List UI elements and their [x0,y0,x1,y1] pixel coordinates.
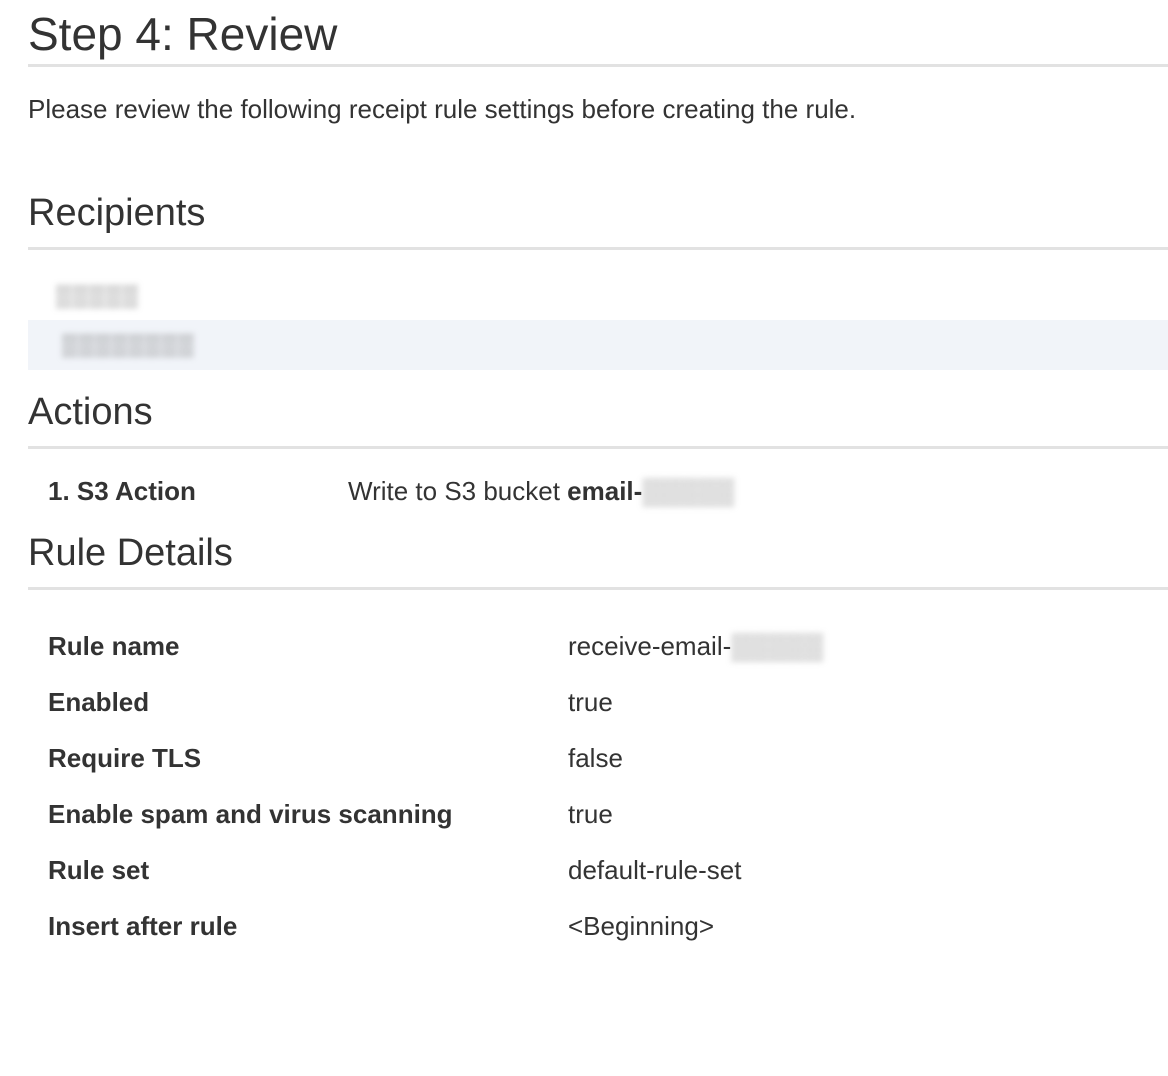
detail-value: true [568,799,613,829]
detail-label: Rule name [48,631,180,661]
rule-name-prefix: receive-email- [568,631,732,661]
detail-row-spam-scanning: Enable spam and virus scanning true [28,798,1168,854]
detail-row-rule-name: Rule name receive-email-▒▒▒▒▒ [28,630,1168,686]
action-name: 1. S3 Action [48,476,196,506]
recipient-row: ▒▒▒▒▒▒▒▒ [28,320,1168,370]
detail-row-insert-after: Insert after rule <Beginning> [28,910,1168,966]
detail-label: Require TLS [48,743,202,773]
bucket-name-prefix: email- [567,476,643,506]
detail-row-require-tls: Require TLS false [28,742,1168,798]
actions-heading: Actions [28,391,153,433]
detail-row-rule-set: Rule set default-rule-set [28,854,1168,910]
detail-row-enabled: Enabled true [28,686,1168,742]
review-page: Step 4: Review Please review the followi… [28,0,1168,966]
action-row: 1. S3 Action Write to S3 bucket email-▒▒… [28,475,1168,531]
recipients-heading: Recipients [28,192,206,234]
action-desc-prefix: Write to S3 bucket [348,476,568,506]
detail-value: <Beginning> [568,911,715,941]
detail-label: Enabled [48,687,150,717]
action-description: Write to S3 bucket email-▒▒▒▒▒ [348,475,734,507]
rule-name-redacted: ▒▒▒▒▒ [731,631,824,661]
detail-value: true [568,687,613,717]
recipients-divider [28,247,1168,250]
rule-details-heading: Rule Details [28,532,233,574]
detail-label: Rule set [48,855,150,885]
recipient-row: ▒▒▒▒▒ [28,272,1168,320]
recipient-value-redacted: ▒▒▒▒▒ [56,283,139,308]
actions-divider [28,446,1168,449]
recipient-list: ▒▒▒▒▒ ▒▒▒▒▒▒▒▒ [28,272,1168,370]
detail-value: receive-email-▒▒▒▒▒ [568,630,823,662]
page-title: Step 4: Review [28,8,338,60]
detail-value: default-rule-set [568,855,742,885]
detail-value: false [568,743,623,773]
bucket-name-redacted: ▒▒▒▒▒ [642,476,735,506]
detail-label: Enable spam and virus scanning [48,799,453,829]
rule-details-divider [28,587,1168,590]
rule-details-table: Rule name receive-email-▒▒▒▒▒ Enabled tr… [28,630,1168,966]
title-divider [28,64,1168,67]
recipient-value-redacted: ▒▒▒▒▒▒▒▒ [62,332,195,357]
review-intro-text: Please review the following receipt rule… [28,94,857,124]
detail-label: Insert after rule [48,911,238,941]
